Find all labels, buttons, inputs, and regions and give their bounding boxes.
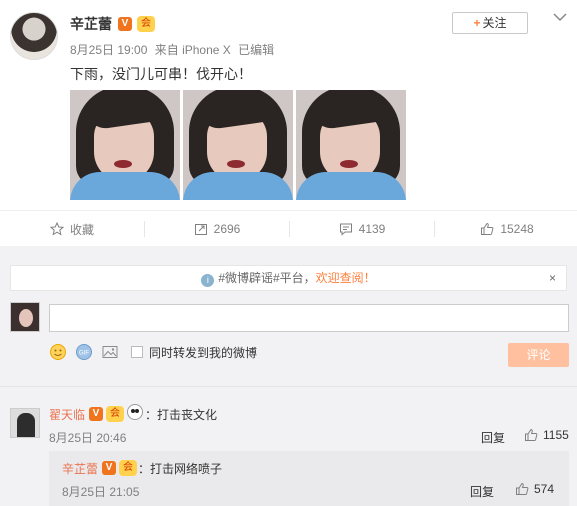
post-source: 来自 iPhone X <box>154 43 231 57</box>
repost-checkbox[interactable] <box>131 346 143 358</box>
comment-like-button[interactable]: 1155 <box>524 428 569 442</box>
sub-reply-reply-button[interactable]: 回复 <box>470 483 494 500</box>
verified-badge-icon: V <box>89 407 103 421</box>
thumbs-up-icon <box>525 428 538 441</box>
sub-reply-text: ：打击网络喷子 <box>138 462 223 476</box>
comment-text: ：打击丧文化 <box>145 408 218 422</box>
author-name[interactable]: 辛芷蕾 <box>70 14 112 34</box>
sub-reply-date: 8月25日 21:05 <box>62 485 140 499</box>
weibo-post: 辛芷蕾 V 会 8月25日 19:00 来自 iPhone X 已编辑 + 关注 … <box>0 0 577 246</box>
emoji-icon[interactable] <box>49 343 67 361</box>
image-icon[interactable] <box>101 343 119 361</box>
chevron-down-icon[interactable] <box>553 12 567 22</box>
follow-label: 关注 <box>482 16 507 30</box>
comment-reply-button[interactable]: 回复 <box>481 429 505 446</box>
gif-icon[interactable]: GIF <box>75 343 93 361</box>
post-image-3[interactable] <box>296 90 406 200</box>
vip-badge-icon: 会 <box>137 16 155 32</box>
thumbs-up-icon <box>516 482 529 495</box>
comment-count: 4139 <box>358 222 386 236</box>
favorite-label: 收藏 <box>69 222 94 237</box>
like-button[interactable]: 15248 <box>435 211 577 247</box>
post-image-1[interactable] <box>70 90 180 200</box>
svg-text:GIF: GIF <box>79 351 89 357</box>
notice-text: #微博辟谣#平台， <box>218 271 316 285</box>
verified-badge-icon: V <box>102 461 116 475</box>
comment-icon <box>339 223 352 236</box>
post-date[interactable]: 8月25日 19:00 <box>70 43 147 57</box>
rumor-notice: i #微博辟谣#平台，欢迎查阅！ × <box>10 265 567 291</box>
comment-date: 8月25日 20:46 <box>49 431 127 445</box>
author-avatar[interactable] <box>10 12 58 60</box>
info-icon: i <box>201 274 215 287</box>
sub-reply-author[interactable]: 辛芷蕾 <box>62 460 98 477</box>
vip-badge-icon: 会 <box>119 460 137 476</box>
post-meta: 8月25日 19:00 来自 iPhone X 已编辑 <box>70 41 278 58</box>
current-user-avatar[interactable] <box>10 302 40 332</box>
repost-button[interactable]: 2696 <box>145 211 289 247</box>
repost-icon <box>194 224 207 235</box>
comment-input[interactable] <box>49 304 569 332</box>
post-text: 下雨，没门儿可串！伐开心！ <box>70 66 252 82</box>
post-edited[interactable]: 已编辑 <box>238 43 274 57</box>
notice-link[interactable]: 欢迎查阅！ <box>316 271 376 285</box>
verified-badge-icon: V <box>118 17 132 31</box>
close-icon[interactable]: × <box>549 266 556 290</box>
comment-like-count: 1155 <box>543 428 569 442</box>
submit-comment-button[interactable]: 评论 <box>508 343 569 367</box>
repost-count: 2696 <box>213 222 241 236</box>
repost-checkbox-label[interactable]: 同时转发到我的微博 <box>149 344 257 361</box>
plus-icon: + <box>473 16 481 30</box>
sub-reply-like-button[interactable]: 574 <box>515 482 554 496</box>
commenter-avatar[interactable] <box>10 408 40 438</box>
post-action-bar: 收藏 2696 4139 15248 <box>0 210 577 246</box>
panda-emoji-icon <box>127 404 143 420</box>
like-count: 15248 <box>500 222 534 236</box>
star-icon <box>49 222 64 236</box>
divider <box>0 386 577 387</box>
vip-badge-icon: 会 <box>106 406 124 422</box>
favorite-button[interactable]: 收藏 <box>0 211 144 247</box>
post-image-2[interactable] <box>183 90 293 200</box>
comment-button[interactable]: 4139 <box>290 211 434 247</box>
composer-toolbar: GIF 同时转发到我的微博 <box>49 342 257 362</box>
commenter-name[interactable]: 翟天临 <box>49 406 85 423</box>
sub-reply-like-count: 574 <box>534 482 555 496</box>
follow-button[interactable]: + 关注 <box>452 12 528 34</box>
thumbs-up-icon <box>481 222 494 235</box>
